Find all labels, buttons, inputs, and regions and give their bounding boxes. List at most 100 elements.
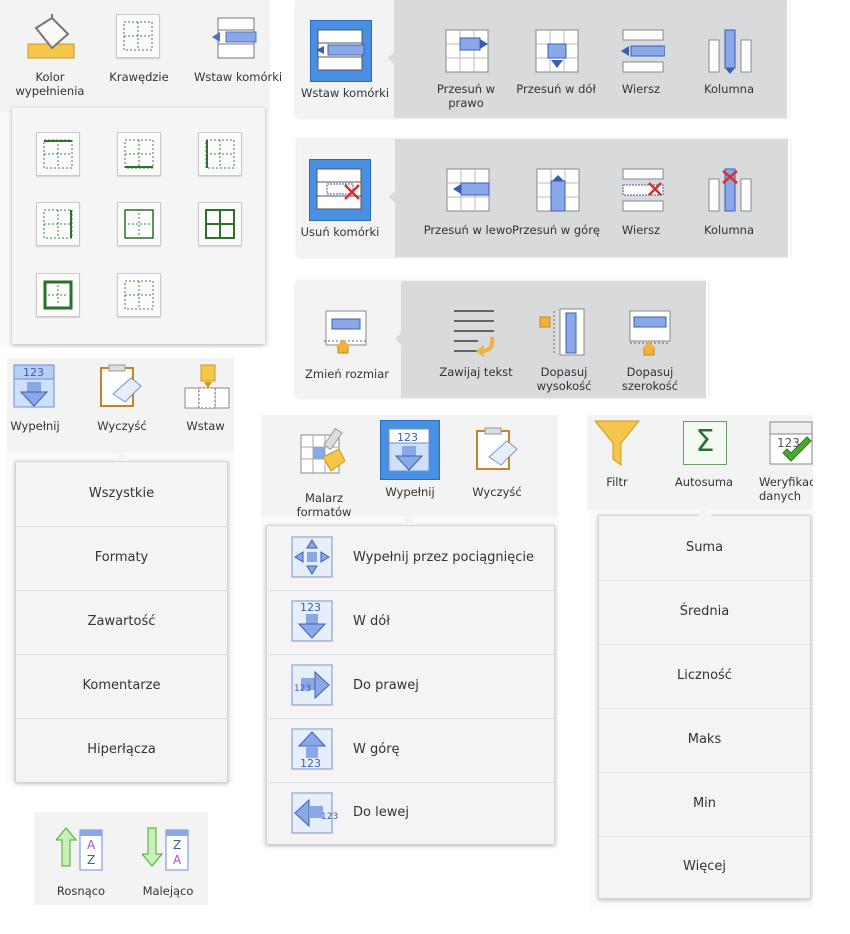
border-thick-outside-icon[interactable] (36, 273, 80, 317)
format-toolbar: Kolor wypełnienia Krawędzie Wstaw komórk… (0, 0, 282, 112)
validation-badge: 123 (777, 436, 800, 450)
border-outside-icon[interactable] (117, 202, 161, 246)
clear-dropdown-menu: Wszystkie Formaty Zawartość Komentarze H… (15, 461, 228, 783)
insert-cells-button[interactable]: Wstaw komórki (190, 10, 282, 100)
insert-cells-main-label: Wstaw komórki (300, 86, 390, 100)
insert-column-icon (708, 29, 752, 74)
fill-right-item[interactable]: 123 Do prawej (267, 654, 554, 719)
clear-button-left[interactable]: Wyczyść (87, 358, 157, 453)
fill-toolbar: Malarz formatów 123 Wypełnij Wyczyść (261, 415, 558, 519)
shift-up-button[interactable]: Przesuń w górę (512, 161, 603, 251)
insert-row-button[interactable]: Wiersz (601, 22, 681, 112)
delete-column-label: Kolumna (703, 223, 755, 237)
clear-all-item[interactable]: Wszystkie (16, 462, 227, 527)
min-item[interactable]: Min (599, 772, 810, 837)
sort-descending-button[interactable]: Z A Malejąco (130, 822, 204, 902)
resize-main-icon (324, 310, 367, 354)
sigma-icon: Σ (683, 421, 727, 465)
wrap-text-button[interactable]: Zawijaj tekst (436, 303, 516, 393)
delete-cells-panel: Usuń komórki Przesuń w lewo Przesuń w gó… (297, 139, 790, 257)
shift-down-button[interactable]: Przesuń w dół (516, 22, 596, 112)
sort-asc-letter-a: A (87, 838, 96, 852)
clear-contents-item[interactable]: Zawartość (16, 590, 227, 655)
clear-formats-item[interactable]: Formaty (16, 526, 227, 591)
clear-hyperlinks-item[interactable]: Hiperłącza (16, 718, 227, 782)
sort-panel: A Z Rosnąco Z A Malejąco (34, 812, 208, 905)
autosum-toolbar: Filtr Σ Autosuma 123 Weryfikacja danych (587, 415, 813, 510)
shift-up-label: Przesuń w górę (512, 223, 600, 237)
autosum-button[interactable]: Σ Autosuma (667, 415, 739, 510)
border-left-icon[interactable] (198, 132, 242, 176)
delete-row-button[interactable]: Wiersz (601, 161, 681, 251)
shift-left-label: Przesuń w lewo (423, 223, 513, 237)
sort-desc-letter-a: A (173, 853, 182, 867)
fill-color-icon (27, 14, 75, 59)
fill-up-item[interactable]: 123 W górę (267, 718, 554, 783)
delete-row-label: Wiersz (621, 223, 661, 237)
average-item[interactable]: Średnia (599, 580, 810, 645)
fill-left-label: Do lewej (353, 805, 409, 820)
fill-up-label: W górę (353, 742, 400, 757)
insert-row-label: Wiersz (621, 82, 661, 96)
insert-icon-left (184, 364, 230, 409)
shift-left-button[interactable]: Przesuń w lewo (423, 161, 513, 251)
fill-down-item[interactable]: 123 W dół (267, 590, 554, 655)
autofit-width-button[interactable]: Dopasuj szerokość (610, 303, 690, 393)
delete-cells-main-icon (316, 168, 362, 210)
count-item[interactable]: Liczność (599, 644, 810, 709)
sort-ascending-icon (56, 827, 103, 871)
sum-item[interactable]: Suma (599, 516, 810, 581)
clear-icon-left (100, 364, 142, 407)
delete-column-icon (708, 168, 752, 212)
more-functions-item[interactable]: Więcej (599, 836, 810, 898)
clear-toolbar: 123 Wypełnij Wyczyść Wstaw (7, 358, 234, 453)
fill-color-label: Kolor wypełnienia (15, 70, 85, 98)
border-right-icon[interactable] (36, 202, 80, 246)
filter-button[interactable]: Filtr (587, 415, 647, 510)
shift-down-label: Przesuń w dół (516, 82, 596, 96)
border-bottom-icon[interactable] (117, 132, 161, 176)
max-item[interactable]: Maks (599, 708, 810, 773)
autofit-height-icon (539, 308, 585, 356)
clear-comments-item[interactable]: Komentarze (16, 654, 227, 719)
data-validation-button[interactable]: 123 Weryfikacja danych (755, 415, 813, 510)
sort-ascending-button[interactable]: A Z Rosnąco (44, 822, 114, 902)
insert-button-left[interactable]: Wstaw (177, 358, 234, 453)
border-none-icon[interactable] (117, 273, 161, 317)
fill-drag-icon (291, 536, 333, 578)
shift-left-icon (446, 168, 490, 212)
delete-row-icon (622, 168, 664, 212)
border-all-icon[interactable] (198, 202, 242, 246)
border-top-icon[interactable] (36, 132, 80, 176)
format-painter-button[interactable]: Malarz formatów (279, 421, 369, 519)
delete-cells-main-button[interactable]: Usuń komórki (297, 139, 395, 257)
shift-down-icon (535, 29, 579, 73)
sort-ascending-label: Rosnąco (56, 884, 106, 898)
insert-column-button[interactable]: Kolumna (689, 22, 769, 112)
insert-row-icon (621, 29, 665, 73)
fill-button-center[interactable]: 123 Wypełnij (377, 415, 445, 517)
autofit-height-button[interactable]: Dopasuj wysokość (524, 303, 604, 393)
resize-panel: Zmień rozmiar Zawijaj tekst Dopasuj wyso… (296, 281, 708, 398)
format-painter-icon (300, 427, 346, 474)
insert-cells-main-button[interactable]: Wstaw komórki (296, 0, 394, 118)
insert-cells-main-icon (316, 29, 365, 71)
fill-down-badge: 123 (300, 601, 321, 614)
resize-main-button[interactable]: Zmień rozmiar (296, 281, 401, 398)
fill-down-label: W dół (353, 614, 390, 629)
clear-button-center[interactable]: Wyczyść (461, 415, 541, 517)
shift-right-button[interactable]: Przesuń w prawo (426, 22, 506, 112)
sort-asc-letter-z: Z (87, 853, 96, 867)
delete-column-button[interactable]: Kolumna (689, 161, 769, 251)
fill-label-left: Wypełnij (10, 419, 60, 433)
fill-badge-center: 123 (397, 431, 418, 444)
fill-left-item[interactable]: 123 Do lewej (267, 782, 554, 844)
fill-series-item[interactable]: Wypełnij przez pociągnięcie (267, 526, 554, 591)
borders-button[interactable]: Krawędzie (104, 10, 174, 100)
fill-button-left[interactable]: 123 Wypełnij (7, 358, 63, 453)
resize-main-label: Zmień rozmiar (304, 367, 389, 381)
autofit-height-label: Dopasuj wysokość (536, 365, 592, 393)
fill-color-button[interactable]: Kolor wypełnienia (12, 10, 84, 100)
delete-cells-main-label: Usuń komórki (300, 225, 380, 239)
fill-left-badge: 123 (321, 812, 339, 822)
